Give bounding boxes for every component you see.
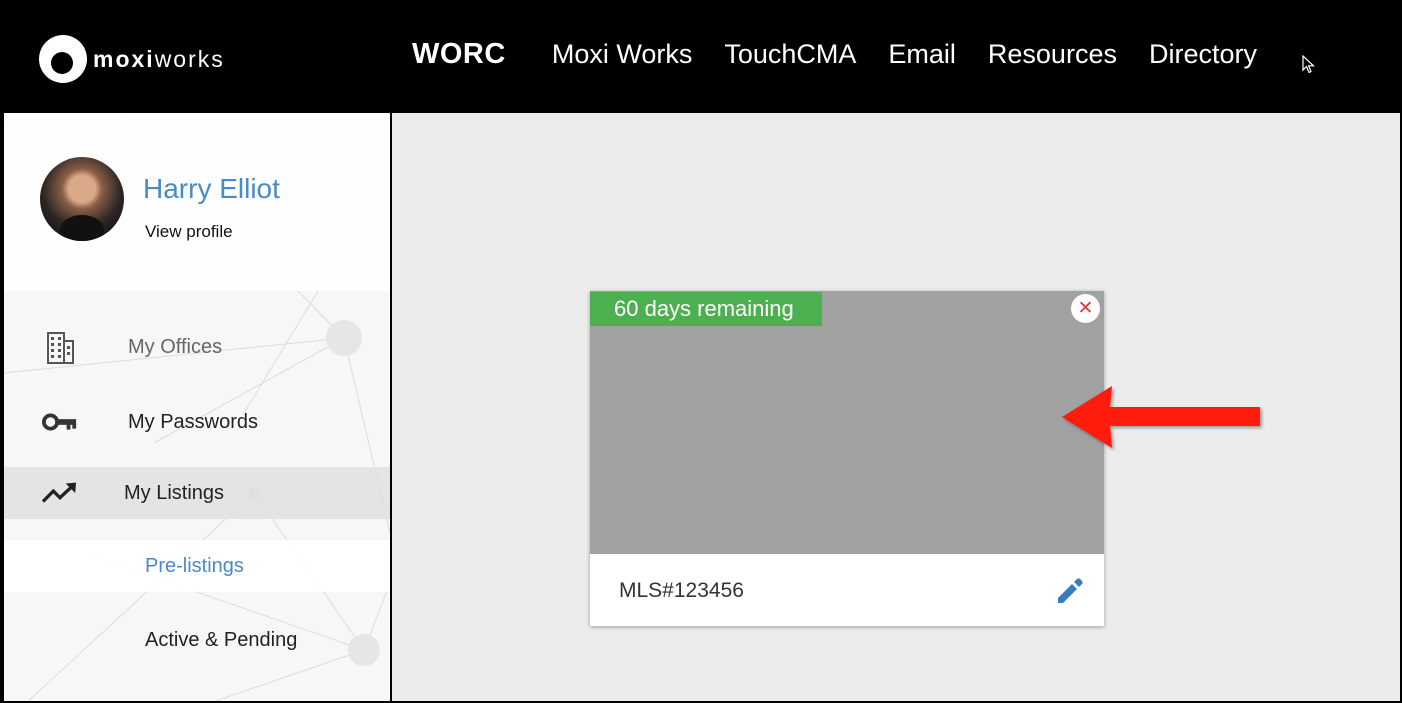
- sidebar-item-label: My Passwords: [128, 410, 259, 433]
- sidebar-item-label: My Listings: [124, 481, 225, 504]
- sidebar-item-active-pending[interactable]: Active & Pending: [4, 614, 390, 666]
- nav-item-resources[interactable]: Resources: [988, 39, 1117, 70]
- key-icon: [42, 404, 78, 440]
- sidebar-item-label: Active & Pending: [145, 628, 298, 651]
- trending-up-icon: [42, 475, 78, 511]
- nav-item-touchcma[interactable]: TouchCMA: [724, 39, 856, 70]
- sidebar-item-pre-listings[interactable]: Pre-listings: [4, 540, 390, 592]
- logo-mark-icon: [39, 35, 87, 83]
- nav-item-worc[interactable]: WORC: [412, 38, 506, 71]
- sidebar-item-label: Pre-listings: [145, 554, 244, 577]
- red-arrow-annotation-icon: [1062, 386, 1260, 448]
- app-window: moxiworks WORC Moxi Works TouchCMA Email…: [0, 0, 1402, 703]
- moxiworks-logo[interactable]: moxiworks: [39, 35, 225, 83]
- main-nav: WORC Moxi Works TouchCMA Email Resources…: [412, 38, 1289, 71]
- listing-card-footer: MLS#123456: [590, 554, 1104, 626]
- mouse-cursor-icon: [1302, 55, 1316, 74]
- pencil-edit-icon[interactable]: [1054, 576, 1084, 606]
- nav-item-directory[interactable]: Directory: [1149, 39, 1257, 70]
- listing-image-placeholder[interactable]: [590, 291, 1104, 554]
- sidebar-item-my-offices[interactable]: My Offices: [4, 321, 390, 373]
- nav-item-email[interactable]: Email: [888, 39, 956, 70]
- listing-card[interactable]: 60 days remaining ✕ MLS#123456: [590, 291, 1104, 626]
- sidebar: Harry Elliot View profile My Offices My …: [4, 113, 390, 701]
- nav-item-moxi-works[interactable]: Moxi Works: [552, 39, 693, 70]
- sidebar-item-my-passwords[interactable]: My Passwords: [4, 396, 390, 448]
- sidebar-item-label: My Offices: [128, 335, 223, 358]
- top-navigation-bar: moxiworks WORC Moxi Works TouchCMA Email…: [2, 2, 1400, 113]
- profile-panel: Harry Elliot View profile: [4, 113, 390, 291]
- mls-number: MLS#123456: [619, 579, 744, 602]
- logo-text: moxiworks: [93, 45, 225, 72]
- sidebar-item-my-listings[interactable]: My Listings: [4, 467, 390, 519]
- view-profile-link[interactable]: View profile: [145, 222, 233, 242]
- close-icon[interactable]: ✕: [1071, 294, 1100, 323]
- profile-name[interactable]: Harry Elliot: [143, 173, 280, 205]
- avatar[interactable]: [40, 157, 124, 241]
- building-icon: [42, 329, 78, 365]
- days-remaining-badge: 60 days remaining: [590, 292, 822, 326]
